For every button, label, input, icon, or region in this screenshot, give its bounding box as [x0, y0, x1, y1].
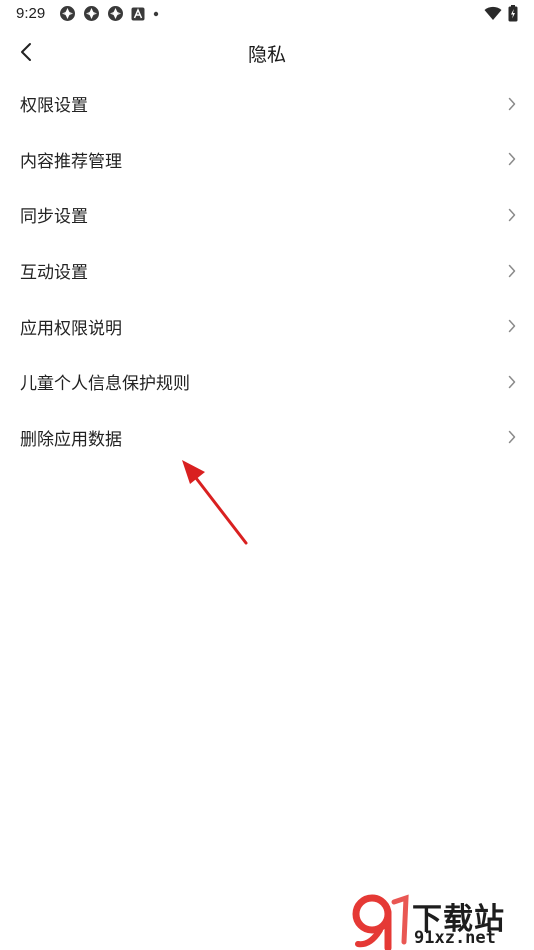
menu-item-app-permission-description[interactable]: 应用权限说明	[0, 298, 534, 354]
wifi-icon	[484, 6, 502, 20]
a-notification-icon	[131, 7, 145, 20]
chevron-right-icon	[508, 319, 516, 333]
menu-item-sync-settings[interactable]: 同步设置	[0, 187, 534, 243]
app-notification-icon	[108, 6, 123, 21]
menu-item-label: 删除应用数据	[20, 429, 122, 450]
annotation-arrow-shaft	[194, 476, 248, 545]
menu-item-permission-settings[interactable]: 权限设置	[0, 76, 534, 132]
title-bar: 隐私	[0, 28, 534, 76]
menu-item-delete-app-data[interactable]: 删除应用数据	[0, 410, 534, 466]
chevron-right-icon	[508, 264, 516, 277]
page-title: 隐私	[247, 44, 286, 66]
watermark: 下载站 91xz.net	[350, 890, 530, 950]
chevron-right-icon	[508, 208, 516, 222]
app-notification-icon	[84, 6, 99, 21]
chevron-right-icon	[508, 97, 516, 111]
menu-item-label: 内容推荐管理	[20, 151, 122, 172]
status-bar: 9:29	[0, 0, 534, 28]
menu-item-children-privacy-rules[interactable]: 儿童个人信息保护规则	[0, 354, 534, 410]
menu-item-label: 应用权限说明	[20, 318, 122, 339]
notification-icons	[59, 5, 160, 22]
menu-item-content-recommendation[interactable]: 内容推荐管理	[0, 132, 534, 188]
watermark-url: 91xz.net	[414, 928, 496, 948]
watermark-logo	[352, 894, 409, 950]
menu-item-label: 互动设置	[20, 263, 88, 284]
battery-icon	[508, 5, 518, 22]
menu-item-label: 同步设置	[20, 207, 88, 228]
app-notification-icon	[60, 6, 75, 21]
privacy-menu-list: 权限设置 内容推荐管理 同步设置 互动设置 应用权限说明 儿童个人信息保护规则	[0, 76, 534, 465]
dot-icon	[153, 11, 159, 16]
chevron-right-icon	[508, 375, 516, 389]
menu-item-label: 权限设置	[20, 96, 88, 117]
menu-item-label: 儿童个人信息保护规则	[20, 374, 190, 395]
chevron-right-icon	[508, 153, 516, 166]
chevron-right-icon	[508, 431, 516, 444]
system-icons	[484, 5, 518, 22]
menu-item-interaction-settings[interactable]: 互动设置	[0, 243, 534, 299]
status-time: 9:29	[16, 5, 46, 22]
